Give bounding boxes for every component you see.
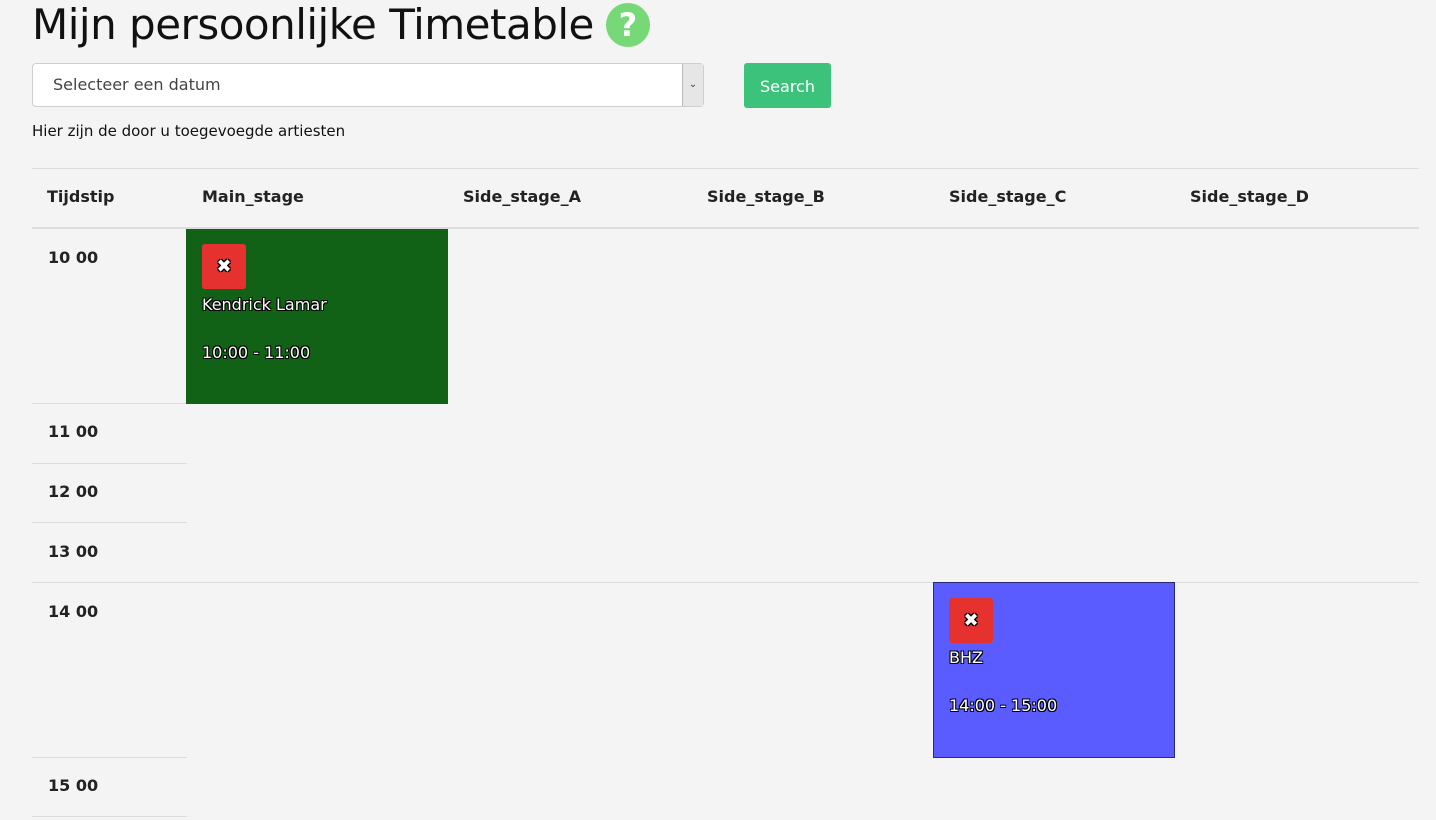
time-row-divider	[32, 463, 187, 464]
column-header-side-stage-d: Side_stage_D	[1190, 187, 1309, 206]
column-header-side-stage-c: Side_stage_C	[949, 187, 1067, 206]
page-title: Mijn persoonlijke Timetable	[32, 0, 594, 49]
time-row-divider	[32, 522, 187, 523]
search-button[interactable]: Search	[744, 63, 831, 108]
column-header-main-stage: Main_stage	[202, 187, 304, 206]
time-row-divider	[32, 582, 1419, 583]
close-icon[interactable]: ✖	[949, 598, 993, 643]
event-artist: BHZ	[949, 648, 983, 667]
question-circle-icon[interactable]: ?	[605, 3, 650, 47]
time-label: 11 00	[48, 422, 99, 441]
event-time: 10:00 - 11:00	[202, 343, 311, 362]
event-card: ✖ BHZ 14:00 - 15:00	[933, 582, 1175, 758]
date-select-value: Selecteer een datum	[53, 75, 221, 94]
timetable-page: Mijn persoonlijke Timetable ? Selecteer …	[0, 0, 1436, 820]
date-select[interactable]: Selecteer een datum ⌄	[32, 63, 704, 107]
time-row-divider	[32, 403, 187, 404]
table-top-divider	[32, 168, 1419, 169]
title-row: Mijn persoonlijke Timetable ?	[32, 0, 650, 50]
column-header-side-stage-a: Side_stage_A	[463, 187, 581, 206]
event-artist: Kendrick Lamar	[202, 295, 327, 314]
time-label: 14 00	[48, 602, 99, 621]
event-time: 14:00 - 15:00	[949, 696, 1058, 715]
event-card: ✖ Kendrick Lamar 10:00 - 11:00	[186, 229, 448, 404]
time-label: 12 00	[48, 482, 99, 501]
time-label: 15 00	[48, 776, 99, 795]
time-row-divider	[32, 757, 187, 758]
intro-text: Hier zijn de door u toegevoegde artieste…	[32, 122, 346, 140]
time-label: 13 00	[48, 542, 99, 561]
time-label: 10 00	[48, 248, 99, 267]
column-header-side-stage-b: Side_stage_B	[707, 187, 825, 206]
column-header-time: Tijdstip	[47, 187, 115, 206]
time-row-divider	[32, 816, 187, 817]
chevron-down-icon[interactable]: ⌄	[682, 64, 703, 106]
close-icon[interactable]: ✖	[202, 244, 246, 289]
